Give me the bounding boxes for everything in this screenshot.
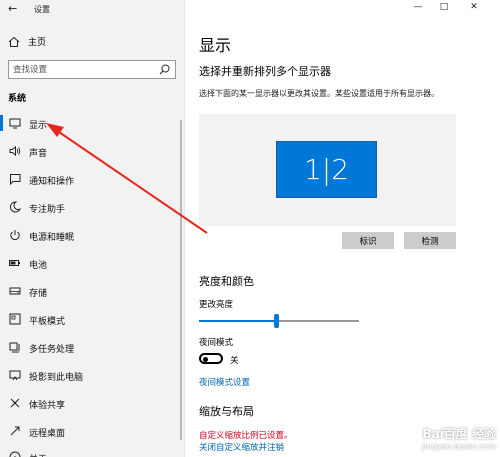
sidebar-home-label: 主页 bbox=[28, 38, 47, 48]
page-title: 显示 bbox=[199, 36, 232, 55]
active-indicator bbox=[0, 115, 3, 131]
sidebar-item-label: 多任务处理 bbox=[29, 345, 75, 355]
arrange-displays-description: 选择下面的某一显示器以更改其设置。某些设置适用于所有显示器。 bbox=[199, 89, 439, 98]
arrange-displays-title: 选择并重新排列多个显示器 bbox=[199, 65, 331, 78]
brightness-slider-thumb[interactable] bbox=[274, 314, 279, 328]
sidebar-item-label: 显示 bbox=[29, 121, 48, 131]
search-input[interactable] bbox=[13, 63, 153, 76]
info-icon bbox=[9, 451, 21, 457]
minimize-button[interactable]: — bbox=[406, 0, 430, 16]
storage-icon bbox=[9, 287, 21, 295]
sidebar-item-label: 关于 bbox=[29, 452, 47, 457]
toggle-knob bbox=[203, 356, 208, 362]
sidebar-item-sound[interactable]: 声音 bbox=[0, 138, 185, 164]
display-monitor-1-2[interactable]: 1|2 bbox=[276, 141, 377, 198]
sidebar-item-shared-experiences[interactable]: 体验共享 bbox=[0, 390, 185, 416]
battery-icon bbox=[9, 260, 20, 266]
sidebar-item-multitasking[interactable]: 多任务处理 bbox=[0, 334, 185, 360]
notification-icon bbox=[10, 174, 21, 185]
sidebar-item-label: 投影到此电脑 bbox=[29, 373, 84, 383]
sidebar-item-about[interactable]: 关于 bbox=[0, 444, 185, 457]
sidebar-item-power-sleep[interactable]: 电源和睡眠 bbox=[0, 222, 185, 248]
watermark-url: jingyan.baidu.com bbox=[422, 442, 496, 451]
sidebar-item-label: 体验共享 bbox=[29, 401, 66, 411]
sidebar-item-label: 远程桌面 bbox=[29, 429, 66, 439]
sidebar-item-battery[interactable]: 电池 bbox=[0, 250, 185, 276]
night-mode-state: 关 bbox=[230, 356, 239, 366]
sidebar-item-focus-assist[interactable]: 专注助手 bbox=[0, 194, 185, 220]
search-box bbox=[8, 60, 176, 79]
sidebar-item-display[interactable]: 显示 bbox=[0, 110, 185, 136]
sidebar-scrollbar[interactable] bbox=[180, 120, 182, 440]
settings-window: ← 设置 主页 系统 显示 bbox=[0, 0, 500, 457]
power-icon bbox=[10, 230, 20, 240]
brightness-label: 更改亮度 bbox=[199, 300, 234, 310]
sidebar-home[interactable]: 主页 bbox=[8, 35, 46, 48]
sidebar-item-tablet-mode[interactable]: 平板模式 bbox=[0, 306, 185, 332]
sidebar-item-remote-desktop[interactable]: 远程桌面 bbox=[0, 418, 185, 444]
sidebar-item-label: 通知和操作 bbox=[29, 177, 75, 187]
detect-button[interactable]: 检测 bbox=[404, 232, 456, 249]
main-pane: 显示 选择并重新排列多个显示器 选择下面的某一显示器以更改其设置。某些设置适用于… bbox=[185, 0, 500, 457]
brightness-color-title: 亮度和颜色 bbox=[199, 275, 254, 288]
sidebar: ← 设置 主页 系统 显示 bbox=[0, 0, 185, 457]
sidebar-item-label: 电源和睡眠 bbox=[29, 233, 75, 243]
watermark: Bai百度 经验 jingyan.baidu.com bbox=[422, 425, 496, 451]
turn-off-custom-scale-link[interactable]: 关闭自定义缩放并注销 bbox=[199, 441, 284, 453]
night-mode-label: 夜间模式 bbox=[199, 338, 234, 348]
display-arrangement-area: 1|2 bbox=[199, 114, 456, 226]
identify-button[interactable]: 标识 bbox=[342, 232, 394, 249]
maximize-button[interactable]: □ bbox=[432, 0, 456, 16]
app-title: 设置 bbox=[34, 5, 50, 14]
share-icon bbox=[10, 398, 20, 408]
remote-icon bbox=[10, 426, 20, 436]
night-mode-settings-link[interactable]: 夜间模式设置 bbox=[199, 376, 250, 388]
sidebar-item-label: 电池 bbox=[29, 261, 48, 271]
project-icon bbox=[9, 370, 21, 381]
sidebar-item-label: 平板模式 bbox=[29, 317, 66, 327]
section-label-system: 系统 bbox=[8, 94, 27, 104]
brightness-slider-fill bbox=[199, 320, 276, 322]
back-arrow-icon[interactable]: ← bbox=[8, 2, 17, 15]
sidebar-item-notifications[interactable]: 通知和操作 bbox=[0, 166, 185, 192]
sidebar-item-storage[interactable]: 存储 bbox=[0, 278, 185, 304]
scale-layout-title: 缩放与布局 bbox=[199, 405, 254, 418]
sidebar-item-label: 声音 bbox=[29, 149, 48, 159]
search-icon[interactable] bbox=[159, 64, 170, 75]
speaker-icon bbox=[9, 145, 21, 157]
close-button[interactable]: ✕ bbox=[462, 0, 486, 16]
brightness-slider[interactable] bbox=[199, 314, 359, 328]
night-mode-toggle[interactable] bbox=[199, 353, 223, 364]
custom-scale-notice: 自定义缩放比例已设置。 bbox=[199, 431, 293, 441]
moon-icon bbox=[9, 201, 21, 213]
monitor-icon bbox=[9, 118, 21, 129]
sidebar-item-project[interactable]: 投影到此电脑 bbox=[0, 362, 185, 388]
home-icon bbox=[8, 36, 20, 47]
tablet-icon bbox=[9, 313, 21, 325]
sidebar-item-label: 存储 bbox=[29, 289, 48, 299]
sidebar-item-label: 专注助手 bbox=[29, 205, 66, 215]
multitask-icon bbox=[9, 342, 20, 353]
watermark-logo: Bai百度 经验 bbox=[422, 427, 496, 441]
